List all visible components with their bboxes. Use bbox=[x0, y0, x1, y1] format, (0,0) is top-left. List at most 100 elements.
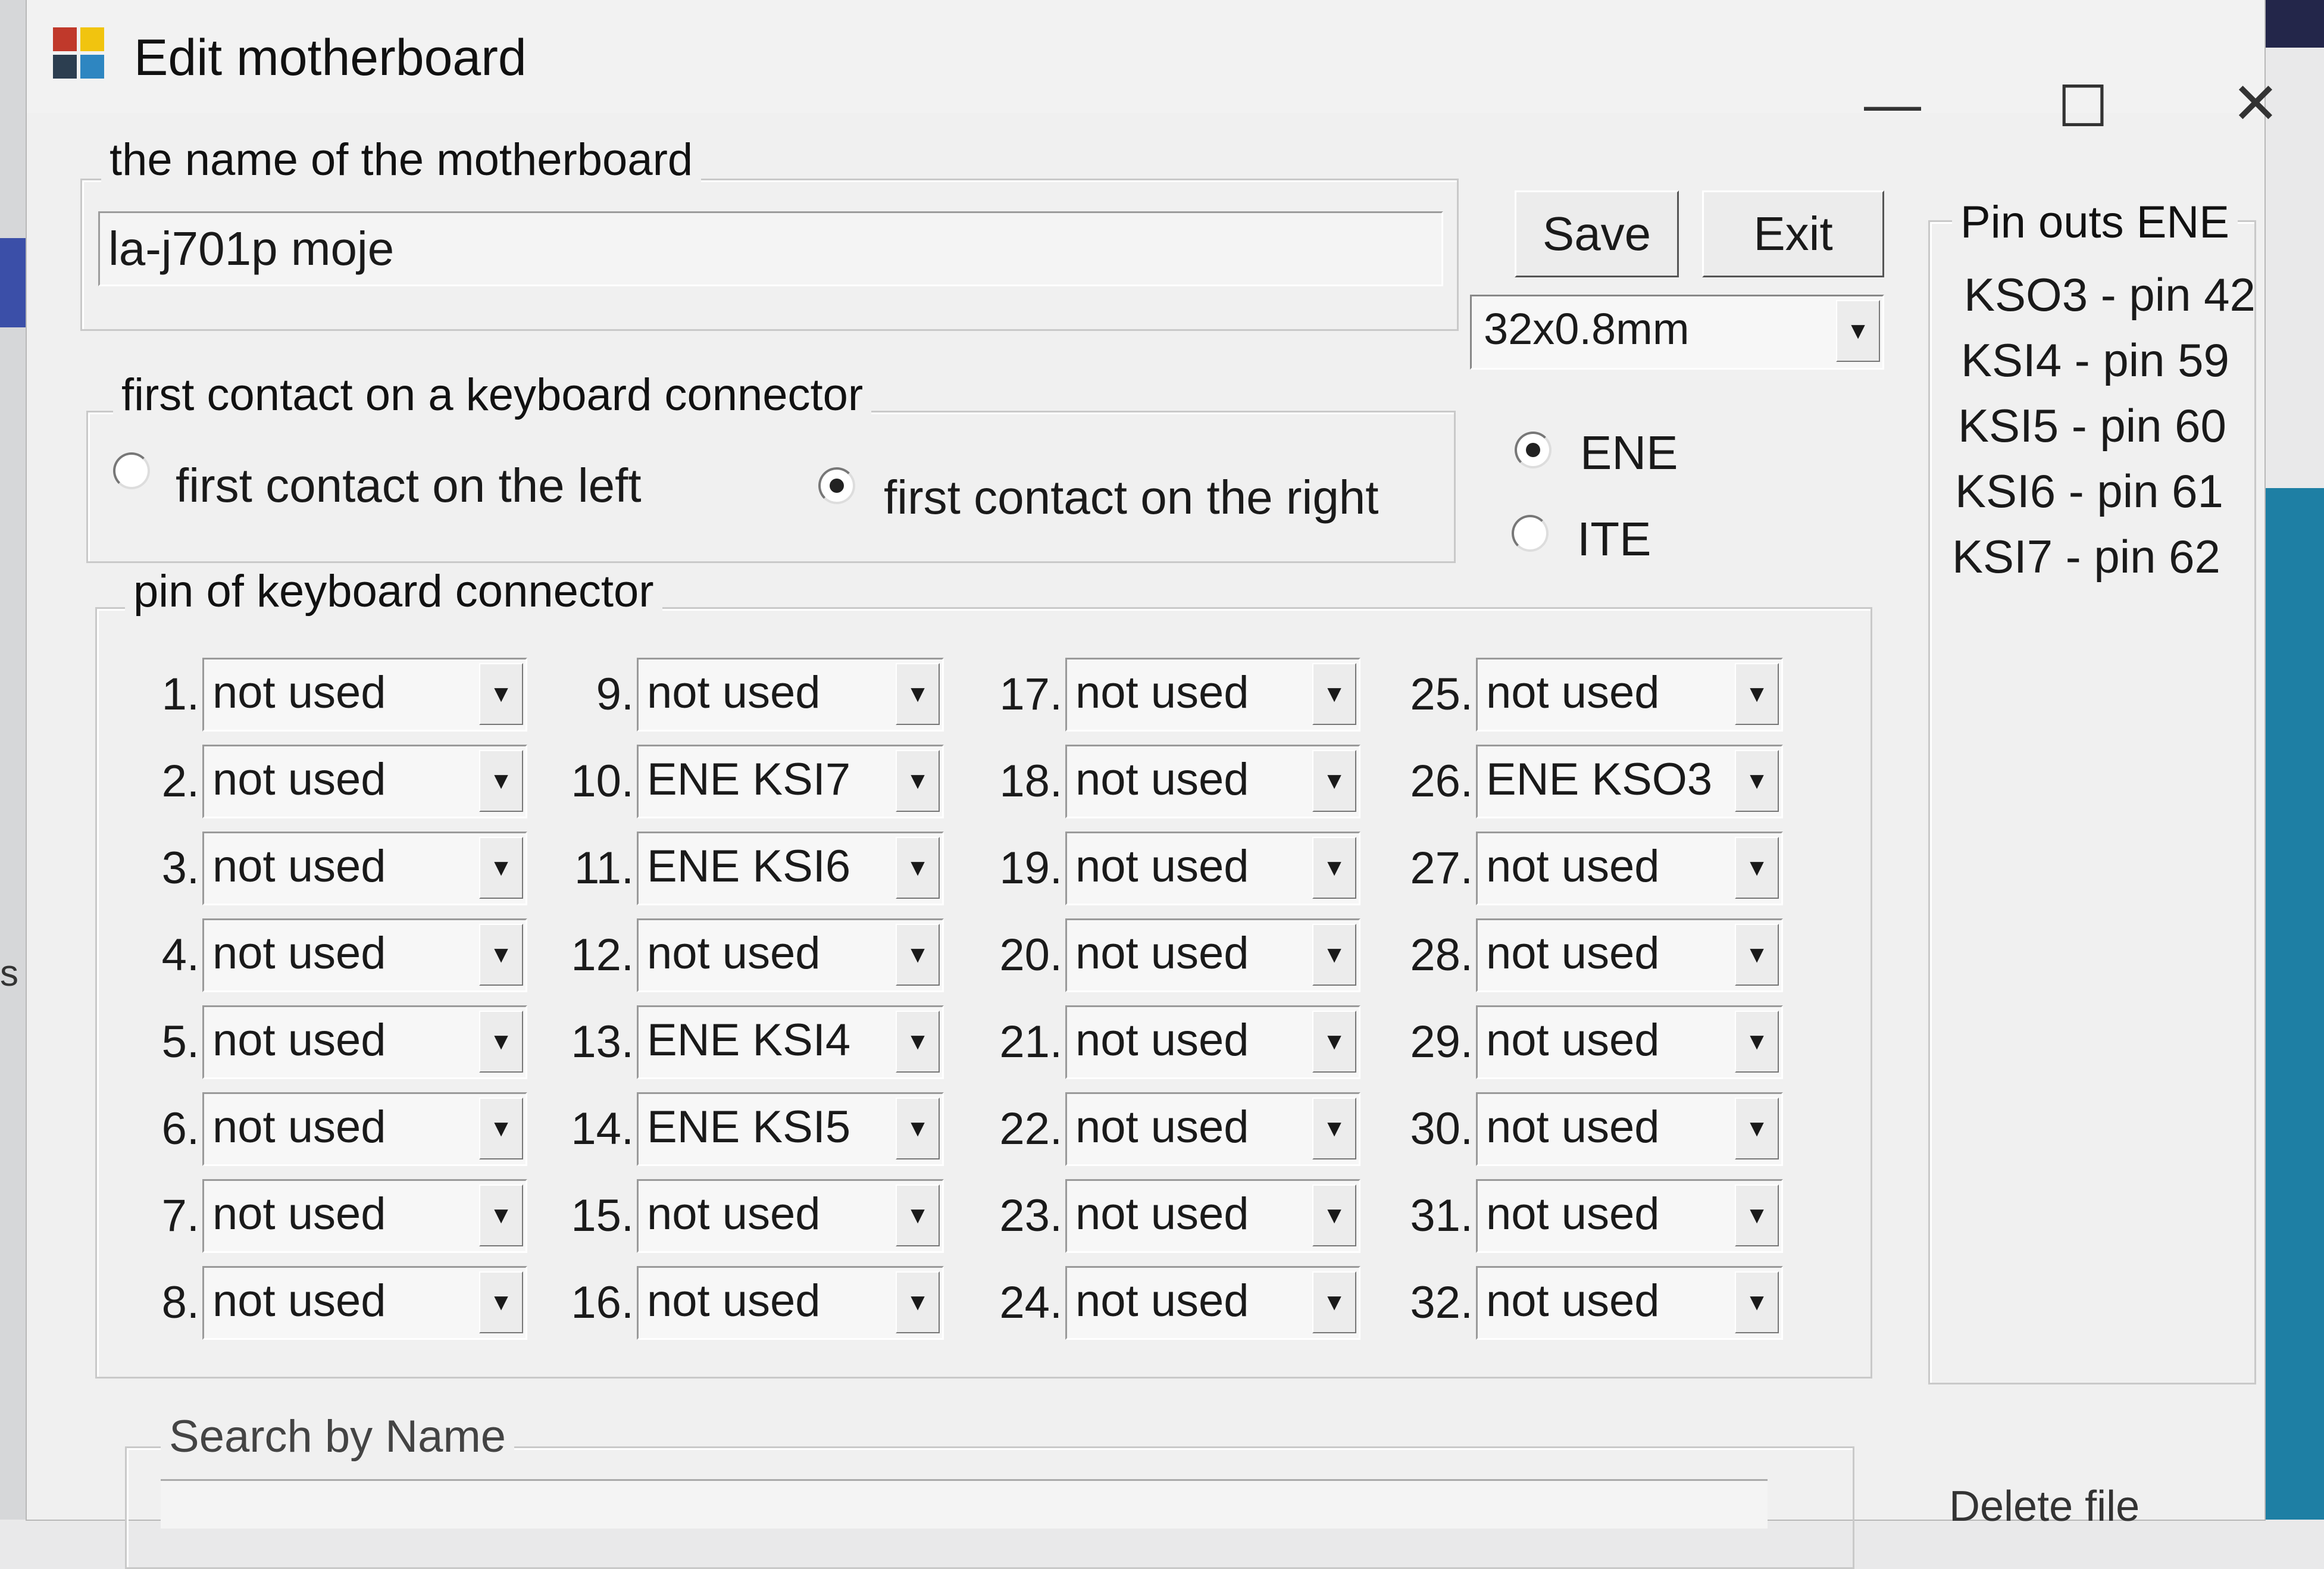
pin-5-select[interactable]: not used ▼ bbox=[202, 1005, 527, 1079]
pin-1-select[interactable]: not used ▼ bbox=[202, 658, 527, 732]
chevron-down-icon[interactable]: ▼ bbox=[1735, 663, 1779, 725]
chevron-down-icon[interactable]: ▼ bbox=[1312, 1011, 1356, 1073]
chevron-down-icon[interactable]: ▼ bbox=[479, 750, 523, 812]
pin-21-select[interactable]: not used ▼ bbox=[1065, 1005, 1360, 1079]
ite-label[interactable]: ITE bbox=[1577, 512, 1651, 567]
first-contact-right-label[interactable]: first contact on the right bbox=[884, 470, 1379, 525]
chevron-down-icon[interactable]: ▼ bbox=[1735, 750, 1779, 812]
first-contact-left-radio[interactable] bbox=[113, 452, 150, 489]
pin-30-select[interactable]: not used ▼ bbox=[1476, 1092, 1783, 1166]
pin-24-select[interactable]: not used ▼ bbox=[1065, 1266, 1360, 1340]
ite-radio[interactable] bbox=[1512, 515, 1549, 552]
pin-3-select[interactable]: not used ▼ bbox=[202, 832, 527, 905]
pin-number-label: 1. bbox=[161, 669, 199, 720]
chevron-down-icon[interactable]: ▼ bbox=[479, 924, 523, 986]
exit-button[interactable]: Exit bbox=[1702, 190, 1884, 277]
pin-23-select[interactable]: not used ▼ bbox=[1065, 1179, 1360, 1253]
pin-19-select[interactable]: not used ▼ bbox=[1065, 832, 1360, 905]
chevron-down-icon[interactable]: ▼ bbox=[479, 1011, 523, 1073]
pin-select-value: ENE KSI7 bbox=[647, 754, 851, 805]
pin-select-value: not used bbox=[1486, 1015, 1660, 1065]
pin-4-select[interactable]: not used ▼ bbox=[202, 918, 527, 992]
pin-number-label: 30. bbox=[1410, 1104, 1473, 1154]
maximize-button[interactable]: ☐ bbox=[2041, 74, 2125, 140]
pin-select-value: not used bbox=[1075, 1102, 1249, 1152]
pin-number-label: 31. bbox=[1410, 1190, 1473, 1241]
pin-8-select[interactable]: not used ▼ bbox=[202, 1266, 527, 1340]
pin-31-select[interactable]: not used ▼ bbox=[1476, 1179, 1783, 1253]
pin-17-select[interactable]: not used ▼ bbox=[1065, 658, 1360, 732]
chevron-down-icon[interactable]: ▼ bbox=[1312, 1098, 1356, 1159]
pin-25-select[interactable]: not used ▼ bbox=[1476, 658, 1783, 732]
pin-number-label: 14. bbox=[571, 1104, 634, 1154]
chevron-down-icon[interactable]: ▼ bbox=[479, 1098, 523, 1159]
pin-number-label: 25. bbox=[1410, 669, 1473, 720]
pin-13-select[interactable]: ENE KSI4 ▼ bbox=[637, 1005, 944, 1079]
chevron-down-icon[interactable]: ▼ bbox=[1312, 1271, 1356, 1333]
chevron-down-icon[interactable]: ▼ bbox=[896, 924, 940, 986]
pin-29-select[interactable]: not used ▼ bbox=[1476, 1005, 1783, 1079]
search-input[interactable] bbox=[161, 1479, 1768, 1529]
chevron-down-icon[interactable]: ▼ bbox=[479, 837, 523, 899]
pin-12-select[interactable]: not used ▼ bbox=[637, 918, 944, 992]
pin-10-select[interactable]: ENE KSI7 ▼ bbox=[637, 745, 944, 818]
chevron-down-icon[interactable]: ▼ bbox=[1312, 837, 1356, 899]
pin-select-value: not used bbox=[647, 928, 821, 979]
pin-number-label: 3. bbox=[161, 843, 199, 893]
chevron-down-icon[interactable]: ▼ bbox=[896, 750, 940, 812]
pin-28-select[interactable]: not used ▼ bbox=[1476, 918, 1783, 992]
first-contact-left-label[interactable]: first contact on the left bbox=[176, 458, 642, 513]
chevron-down-icon[interactable]: ▼ bbox=[1735, 924, 1779, 986]
pin-32-select[interactable]: not used ▼ bbox=[1476, 1266, 1783, 1340]
pin-6-select[interactable]: not used ▼ bbox=[202, 1092, 527, 1166]
pin-outs-group bbox=[1928, 220, 2256, 1384]
chevron-down-icon[interactable]: ▼ bbox=[1735, 1184, 1779, 1246]
pin-27-select[interactable]: not used ▼ bbox=[1476, 832, 1783, 905]
chevron-down-icon[interactable]: ▼ bbox=[896, 1098, 940, 1159]
pin-20-select[interactable]: not used ▼ bbox=[1065, 918, 1360, 992]
chevron-down-icon[interactable]: ▼ bbox=[479, 1184, 523, 1246]
chevron-down-icon[interactable]: ▼ bbox=[1735, 1011, 1779, 1073]
pin-22-select[interactable]: not used ▼ bbox=[1065, 1092, 1360, 1166]
first-contact-right-radio[interactable] bbox=[818, 467, 855, 504]
chevron-down-icon[interactable]: ▼ bbox=[896, 663, 940, 725]
pin-select-value: not used bbox=[1075, 928, 1249, 979]
motherboard-name-input[interactable]: la-j701p moje bbox=[98, 211, 1443, 286]
search-by-name-legend: Search by Name bbox=[161, 1411, 515, 1462]
pin-9-select[interactable]: not used ▼ bbox=[637, 658, 944, 732]
delete-file-button[interactable]: Delete file bbox=[1949, 1482, 2140, 1531]
pin-11-select[interactable]: ENE KSI6 ▼ bbox=[637, 832, 944, 905]
chevron-down-icon[interactable]: ▼ bbox=[1735, 1271, 1779, 1333]
chevron-down-icon[interactable]: ▼ bbox=[1312, 750, 1356, 812]
chevron-down-icon[interactable]: ▼ bbox=[1735, 837, 1779, 899]
chevron-down-icon[interactable]: ▼ bbox=[896, 1011, 940, 1073]
pin-14-select[interactable]: ENE KSI5 ▼ bbox=[637, 1092, 944, 1166]
chevron-down-icon[interactable]: ▼ bbox=[1836, 300, 1880, 362]
close-button[interactable]: ✕ bbox=[2226, 71, 2285, 137]
pin-26-select[interactable]: ENE KSO3 ▼ bbox=[1476, 745, 1783, 818]
pin-select-value: ENE KSI4 bbox=[647, 1015, 851, 1065]
chevron-down-icon[interactable]: ▼ bbox=[896, 1271, 940, 1333]
chevron-down-icon[interactable]: ▼ bbox=[1312, 663, 1356, 725]
pin-18-select[interactable]: not used ▼ bbox=[1065, 745, 1360, 818]
chevron-down-icon[interactable]: ▼ bbox=[479, 663, 523, 725]
save-button[interactable]: Save bbox=[1515, 190, 1679, 277]
chevron-down-icon[interactable]: ▼ bbox=[1312, 924, 1356, 986]
pin-2-select[interactable]: not used ▼ bbox=[202, 745, 527, 818]
minimize-button[interactable]: — bbox=[1851, 71, 1934, 137]
pin-select-value: not used bbox=[212, 928, 386, 979]
pin-number-label: 16. bbox=[571, 1277, 634, 1328]
chevron-down-icon[interactable]: ▼ bbox=[479, 1271, 523, 1333]
pin-select-value: not used bbox=[1486, 928, 1660, 979]
ene-radio[interactable] bbox=[1515, 432, 1552, 468]
ene-label[interactable]: ENE bbox=[1580, 426, 1678, 480]
pin-15-select[interactable]: not used ▼ bbox=[637, 1179, 944, 1253]
connector-size-select[interactable]: 32x0.8mm ▼ bbox=[1470, 295, 1884, 370]
connector-size-value: 32x0.8mm bbox=[1484, 304, 1690, 354]
chevron-down-icon[interactable]: ▼ bbox=[896, 837, 940, 899]
chevron-down-icon[interactable]: ▼ bbox=[896, 1184, 940, 1246]
chevron-down-icon[interactable]: ▼ bbox=[1735, 1098, 1779, 1159]
pin-7-select[interactable]: not used ▼ bbox=[202, 1179, 527, 1253]
chevron-down-icon[interactable]: ▼ bbox=[1312, 1184, 1356, 1246]
pin-16-select[interactable]: not used ▼ bbox=[637, 1266, 944, 1340]
